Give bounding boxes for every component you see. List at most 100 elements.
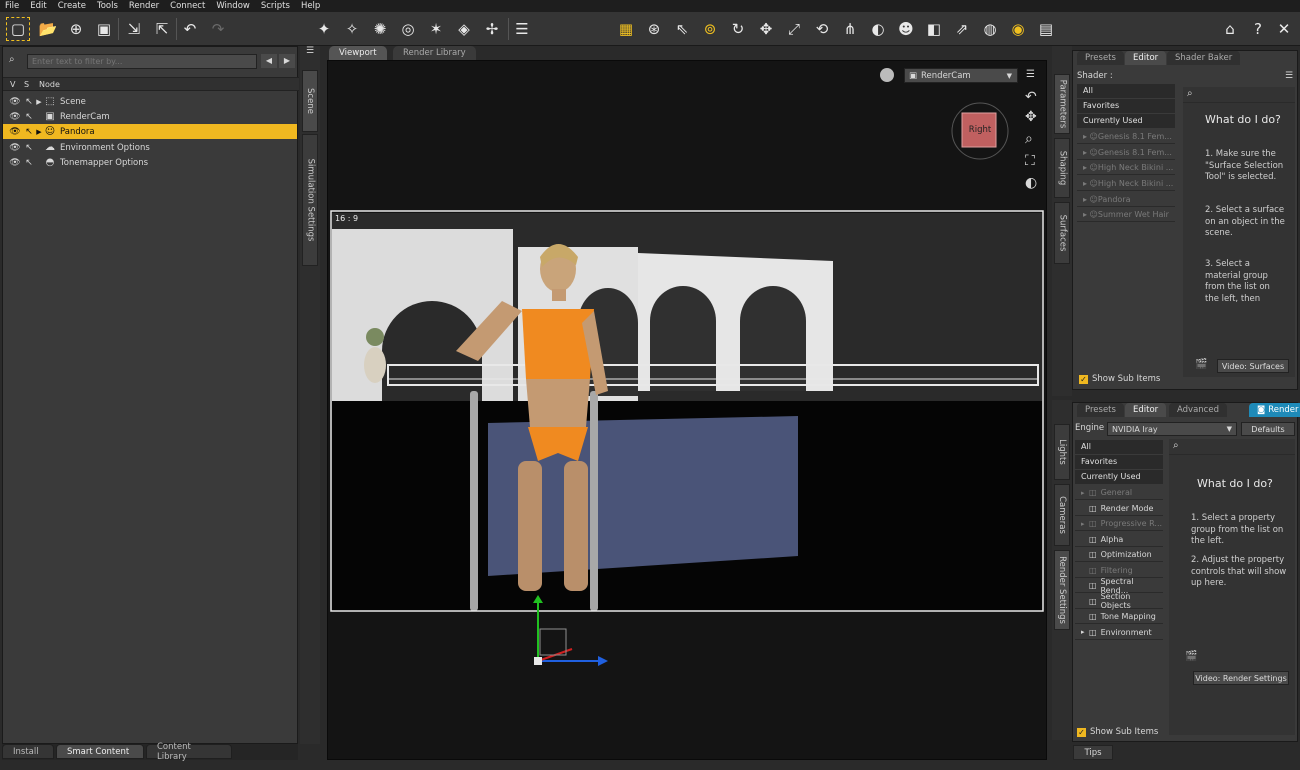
arrow-left-icon[interactable]: ◀ xyxy=(261,54,277,68)
menu-render[interactable]: Render xyxy=(124,1,165,11)
figure-select-icon[interactable]: ☻ xyxy=(894,17,918,41)
expand-arrow-icon[interactable]: ▶ xyxy=(35,98,43,106)
universal-tool-icon[interactable]: ⊛ xyxy=(642,17,666,41)
show-sub-items-checkbox[interactable]: ✓ Show Sub Items xyxy=(1077,727,1158,737)
scene-tool-icon[interactable]: ▦ xyxy=(614,17,638,41)
tab-editor[interactable]: Editor xyxy=(1125,403,1167,417)
render-setting-item[interactable]: ◫ Render Mode xyxy=(1075,502,1163,516)
scene-node-row[interactable]: 👁 ↖ ▣ RenderCam xyxy=(3,109,297,124)
render-setting-item[interactable]: ▸ ◫ Progressive R... xyxy=(1075,517,1163,531)
render-setting-item[interactable]: ◫ Filtering xyxy=(1075,564,1163,578)
select-arrow-icon[interactable]: ↖ xyxy=(23,158,35,168)
surface-item[interactable]: ▸ ☺ Pandora xyxy=(1077,193,1175,207)
arrow-right-icon[interactable]: ▶ xyxy=(279,54,295,68)
export-icon[interactable]: ⇱ xyxy=(150,17,174,41)
tab-content-library[interactable]: Content Library xyxy=(146,742,232,762)
list-all[interactable]: All xyxy=(1075,440,1163,454)
eye-icon[interactable]: 👁 xyxy=(9,127,21,137)
menu-connect[interactable]: Connect xyxy=(165,1,211,11)
new-scene-icon[interactable]: ▢ xyxy=(6,17,30,41)
menu-window[interactable]: Window xyxy=(211,1,256,11)
scene-node-row[interactable]: 👁 ↖ ☁ Environment Options xyxy=(3,140,297,155)
menu-edit[interactable]: Edit xyxy=(25,1,52,11)
render-setting-item[interactable]: ◫ Spectral Rend... xyxy=(1075,577,1163,595)
create-camera-icon[interactable]: ◈ xyxy=(452,17,476,41)
expand-arrow-icon[interactable]: ▶ xyxy=(35,128,43,136)
menu-help[interactable]: Help xyxy=(296,1,326,11)
pointer-tool-icon[interactable]: ⇗ xyxy=(950,17,974,41)
video-render-settings-button[interactable]: Video: Render Settings xyxy=(1193,671,1289,685)
render-setting-item[interactable]: ◫ Tone Mapping xyxy=(1075,610,1163,624)
rotate-icon[interactable]: ↻ xyxy=(726,17,750,41)
import-icon[interactable]: ⇲ xyxy=(122,17,146,41)
tab-presets[interactable]: Presets xyxy=(1077,403,1124,417)
scale-icon[interactable]: ⤢ xyxy=(782,17,806,41)
tab-render[interactable]: ◙ Render xyxy=(1249,403,1300,417)
render-setting-item[interactable]: ▸ ◫ General xyxy=(1075,486,1163,500)
tab-surfaces[interactable]: Surfaces xyxy=(1054,202,1070,264)
help-search-bar[interactable]: ⌕ xyxy=(1169,439,1295,455)
scene-node-row[interactable]: 👁 ↖ ▶ ⬚ Scene xyxy=(3,94,297,109)
engine-dropdown[interactable]: NVIDIA Iray ▼ xyxy=(1107,422,1237,436)
node-selection-icon[interactable]: ⇖ xyxy=(670,17,694,41)
geometry-editor-icon[interactable]: ◍ xyxy=(978,17,1002,41)
expand-arrow-icon[interactable]: ▸ xyxy=(1081,628,1089,636)
col-node[interactable]: Node xyxy=(39,80,60,89)
scene-node-row-selected[interactable]: 👁 ↖ ▶ ☺ Pandora xyxy=(3,124,297,139)
menu-icon[interactable]: ☰ xyxy=(306,46,314,56)
tab-advanced[interactable]: Advanced xyxy=(1169,403,1227,417)
menu-file[interactable]: File xyxy=(0,1,25,11)
eye-icon[interactable]: 👁 xyxy=(9,97,21,107)
tab-presets[interactable]: Presets xyxy=(1077,51,1124,65)
show-sub-items-checkbox[interactable]: ✓ Show Sub Items xyxy=(1079,374,1160,384)
help-icon[interactable]: ? xyxy=(1246,17,1270,41)
tab-simulation-settings[interactable]: Simulation Settings xyxy=(302,134,318,266)
edge-icon[interactable]: ⋔ xyxy=(838,17,862,41)
eye-icon[interactable]: 👁 xyxy=(9,112,21,122)
menu-create[interactable]: Create xyxy=(53,1,92,11)
eye-icon[interactable]: 👁 xyxy=(9,143,21,153)
joint-editor-icon[interactable]: ⟲ xyxy=(810,17,834,41)
list-favorites[interactable]: Favorites xyxy=(1077,99,1175,113)
menu-scripts[interactable]: Scripts xyxy=(256,1,296,11)
create-null-icon[interactable]: ✢ xyxy=(480,17,504,41)
list-favorites[interactable]: Favorites xyxy=(1075,455,1163,469)
scene-node-row[interactable]: 👁 ↖ ◓ Tonemapper Options xyxy=(3,155,297,170)
video-surfaces-button[interactable]: Video: Surfaces xyxy=(1217,359,1289,373)
tab-lights[interactable]: Lights xyxy=(1054,424,1070,480)
eye-icon[interactable]: 👁 xyxy=(9,158,21,168)
col-selectable[interactable]: S xyxy=(24,80,29,89)
tab-scene[interactable]: Scene xyxy=(302,70,318,132)
menu-tools[interactable]: Tools xyxy=(92,1,124,11)
help-search-bar[interactable]: ⌕ xyxy=(1183,87,1295,103)
create-point-light-icon[interactable]: ✺ xyxy=(368,17,392,41)
open-icon[interactable]: 📂 xyxy=(36,17,60,41)
select-arrow-icon[interactable]: ↖ xyxy=(23,127,35,137)
render-setting-item[interactable]: ◫ Optimization xyxy=(1075,548,1163,562)
surface-item[interactable]: ▸ ☺ Genesis 8.1 Fem... xyxy=(1077,146,1175,160)
tab-smart-content[interactable]: Smart Content xyxy=(56,744,144,759)
col-visible[interactable]: V xyxy=(10,80,15,89)
tab-parameters[interactable]: Parameters xyxy=(1054,74,1070,134)
view-sphere-icon[interactable] xyxy=(880,68,894,82)
render-setting-item[interactable]: ▸ ◫ Environment xyxy=(1075,626,1163,640)
tab-install[interactable]: Install xyxy=(2,744,54,759)
viewport-menu-icon[interactable]: ☰ xyxy=(1026,69,1035,80)
iray-render-icon[interactable]: ◉ xyxy=(1006,17,1030,41)
reset-view-icon[interactable]: ◐ xyxy=(1025,175,1037,191)
active-pose-icon[interactable]: ⊚ xyxy=(698,17,722,41)
tab-tips[interactable]: Tips xyxy=(1073,745,1113,760)
tab-shaping[interactable]: Shaping xyxy=(1054,138,1070,198)
zoom-icon[interactable]: ⌕ xyxy=(1025,131,1033,147)
select-arrow-icon[interactable]: ↖ xyxy=(23,112,35,122)
expand-arrow-icon[interactable]: ▸ xyxy=(1081,520,1089,528)
tab-viewport[interactable]: Viewport xyxy=(329,46,387,60)
filter-input[interactable] xyxy=(27,54,257,69)
tab-editor[interactable]: Editor xyxy=(1125,51,1167,65)
expand-arrow-icon[interactable]: ▸ xyxy=(1081,489,1089,497)
tab-shader-baker[interactable]: Shader Baker xyxy=(1167,51,1241,65)
surface-item[interactable]: ▸ ☺ Genesis 8.1 Fem... xyxy=(1077,130,1175,144)
select-arrow-icon[interactable]: ↖ xyxy=(23,143,35,153)
viewport[interactable]: 16 : 9 Right ▣ RenderCam ▼ ☰ ↶ ✥ ⌕ ⛶ ◐ xyxy=(327,60,1047,760)
defaults-button[interactable]: Defaults xyxy=(1241,422,1295,436)
